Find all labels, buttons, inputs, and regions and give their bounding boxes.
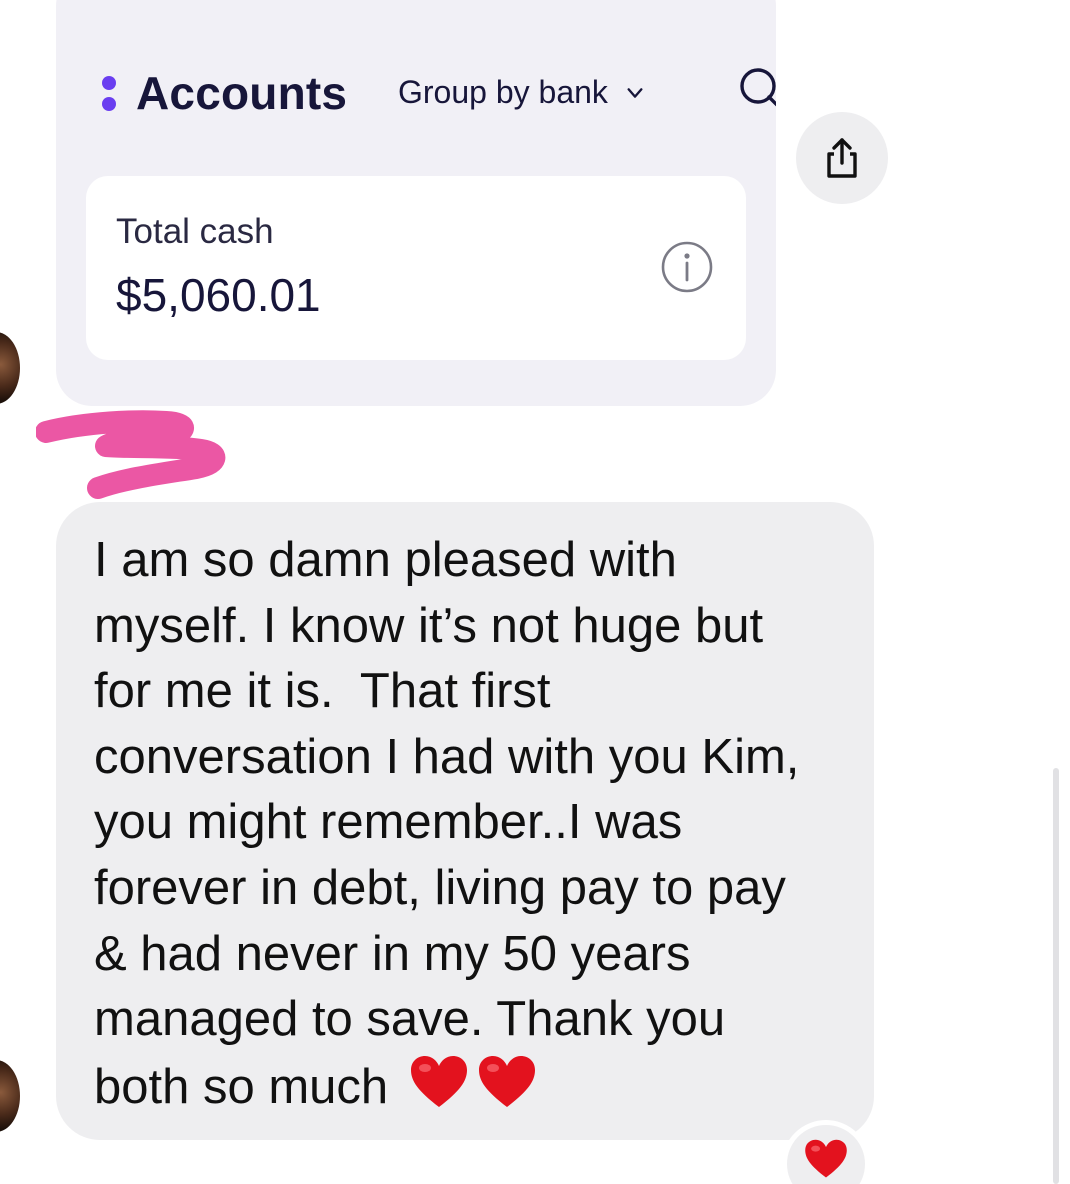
red-heart-emoji-icon (410, 1055, 467, 1107)
sender-avatar[interactable] (0, 1060, 20, 1132)
accounts-header: Accounts (102, 66, 347, 120)
red-heart-icon (805, 1139, 847, 1178)
share-button[interactable] (796, 112, 888, 204)
total-cash-value: $5,060.01 (116, 269, 321, 321)
accounts-title: Accounts (136, 67, 348, 119)
more-dots-icon (102, 75, 116, 111)
share-icon (827, 138, 857, 178)
total-cash-label: Total cash (116, 212, 274, 251)
group-by-dropdown: Group by bank (398, 74, 644, 111)
total-cash-card: Total cash $5,060.01 (86, 176, 746, 360)
chat-thread: Accounts Group by bank Total cash $5,060… (0, 0, 1070, 1184)
group-by-label: Group by bank (398, 74, 608, 110)
message-body: I am so damn pleased with myself. I know… (94, 533, 800, 1114)
red-heart-emoji-icon (478, 1055, 535, 1107)
info-icon (661, 241, 713, 293)
shared-screenshot-bubble[interactable]: Accounts Group by bank Total cash $5,060… (56, 0, 776, 406)
redaction-scribble (36, 410, 226, 499)
sender-avatar[interactable] (0, 332, 20, 404)
message-bubble[interactable]: I am so damn pleased with myself. I know… (56, 502, 874, 1140)
emoji-hearts (402, 1053, 538, 1129)
search-icon (740, 68, 776, 107)
scrollbar[interactable] (1053, 768, 1059, 1184)
message-text: I am so damn pleased with myself. I know… (94, 528, 854, 1128)
chevron-down-icon (627, 87, 643, 98)
